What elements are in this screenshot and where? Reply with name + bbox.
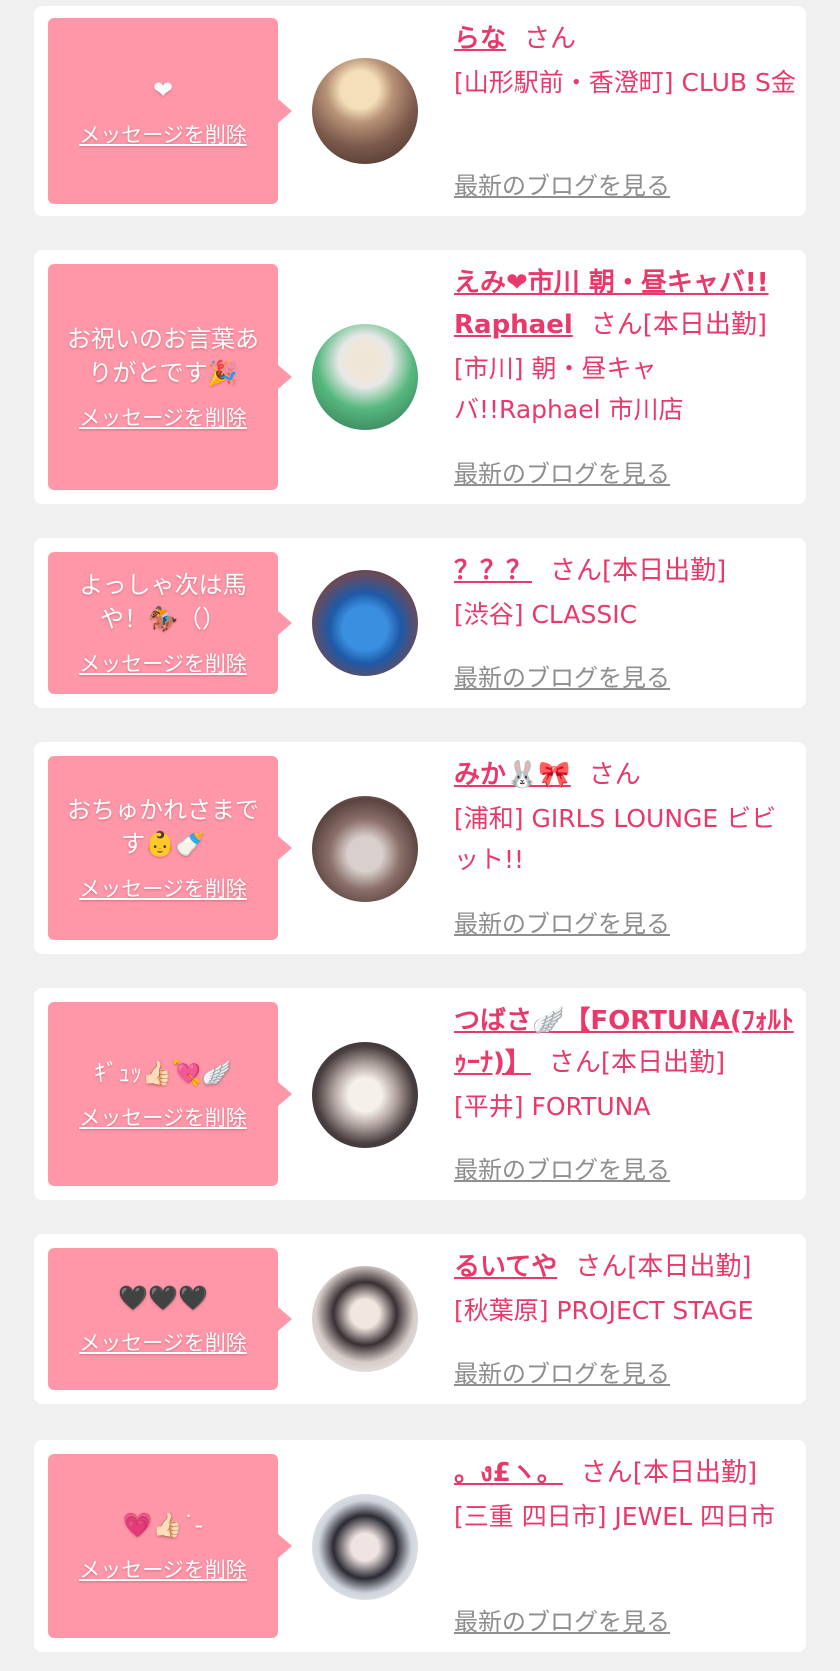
message-text: 💗👍🏻˙- (122, 1511, 204, 1539)
message-bubble: ❤ メッセージを削除 (48, 18, 292, 204)
latest-blog-link[interactable]: 最新のブログを見る (454, 1150, 670, 1185)
message-bubble: 🖤🖤🖤 メッセージを削除 (48, 1248, 292, 1390)
message-card: おちゅかれさまです👶🍼 メッセージを削除 みか🐰🎀 さん [浦和] GIRLS L… (34, 742, 806, 954)
message-bubble: お祝いのお言葉ありがとです🎉 メッセージを削除 (48, 264, 292, 490)
message-text: おちゅかれさまです👶🍼 (67, 796, 259, 858)
message-bubble: 💗👍🏻˙- メッセージを削除 (48, 1454, 292, 1638)
shop-name: [平井] FORTUNA (454, 1092, 651, 1121)
honorific: さん[本日出勤] (575, 1252, 752, 1282)
message-text: ｷﾞｭｯ👍🏻💘🪽 (94, 1059, 232, 1087)
delete-message-link[interactable]: メッセージを削除 (79, 873, 247, 903)
cast-name-link[interactable]: みか🐰🎀 (454, 760, 571, 790)
shop-name: [山形駅前・香澄町] CLUB S金 (454, 68, 796, 97)
message-text: よっしゃ次は馬や！🏇（） (79, 571, 247, 633)
delete-message-link[interactable]: メッセージを削除 (79, 119, 247, 149)
shop-name: [三重 四日市] JEWEL 四日市 (454, 1502, 775, 1531)
delete-message-link[interactable]: メッセージを削除 (79, 1554, 247, 1584)
message-text: 🖤🖤🖤 (118, 1284, 208, 1312)
cast-name-link[interactable]: るいてや (454, 1252, 557, 1282)
message-bubble: ｷﾞｭｯ👍🏻💘🪽 メッセージを削除 (48, 1002, 292, 1186)
delete-message-link[interactable]: メッセージを削除 (79, 402, 247, 432)
message-card: ｷﾞｭｯ👍🏻💘🪽 メッセージを削除 つばさ🪽【FORTUNA(ﾌｫﾙﾄｩｰﾅ)】… (34, 988, 806, 1200)
message-text: お祝いのお言葉ありがとです🎉 (67, 325, 259, 387)
latest-blog-link[interactable]: 最新のブログを見る (454, 1354, 670, 1389)
honorific: さん (588, 760, 641, 790)
avatar[interactable] (312, 324, 418, 430)
shop-name: [渋谷] CLASSIC (454, 600, 638, 629)
honorific: さん[本日出勤] (590, 310, 768, 340)
cast-name-link[interactable]: ？？？ (454, 556, 532, 586)
honorific: さん[本日出勤] (548, 1048, 726, 1078)
avatar[interactable] (312, 1042, 418, 1148)
latest-blog-link[interactable]: 最新のブログを見る (454, 658, 670, 693)
cast-name-link[interactable]: らな (454, 24, 506, 54)
cast-name-link[interactable]: 。ง£ヽ。 (454, 1458, 563, 1488)
latest-blog-link[interactable]: 最新のブログを見る (454, 454, 670, 489)
message-card: 💗👍🏻˙- メッセージを削除 。ง£ヽ。 さん[本日出勤] [三重 四日市] JE… (34, 1440, 806, 1652)
avatar[interactable] (312, 796, 418, 902)
shop-name: [浦和] GIRLS LOUNGE ビビット!! (454, 804, 777, 874)
message-card: よっしゃ次は馬や！🏇（） メッセージを削除 ？？？ さん[本日出勤] [渋谷] C… (34, 538, 806, 708)
message-card: お祝いのお言葉ありがとです🎉 メッセージを削除 えみ❤市川 朝・昼キャバ!! R… (34, 250, 806, 504)
delete-message-link[interactable]: メッセージを削除 (79, 1102, 247, 1132)
honorific: さん[本日出勤] (580, 1458, 758, 1488)
delete-message-link[interactable]: メッセージを削除 (79, 1327, 247, 1357)
latest-blog-link[interactable]: 最新のブログを見る (454, 1602, 670, 1637)
latest-blog-link[interactable]: 最新のブログを見る (454, 904, 670, 939)
message-card: ❤ メッセージを削除 らな さん [山形駅前・香澄町] CLUB S金 最新のブロ… (34, 6, 806, 216)
message-card: 🖤🖤🖤 メッセージを削除 るいてや さん[本日出勤] [秋葉原] PROJECT … (34, 1234, 806, 1404)
avatar[interactable] (312, 570, 418, 676)
message-bubble: おちゅかれさまです👶🍼 メッセージを削除 (48, 756, 292, 940)
avatar[interactable] (312, 1266, 418, 1372)
shop-name: [秋葉原] PROJECT STAGE (454, 1296, 754, 1325)
honorific: さん (524, 24, 577, 54)
delete-message-link[interactable]: メッセージを削除 (79, 648, 247, 678)
latest-blog-link[interactable]: 最新のブログを見る (454, 166, 670, 201)
avatar[interactable] (312, 1494, 418, 1600)
shop-name: [市川] 朝・昼キャバ!!Raphael 市川店 (454, 354, 684, 424)
message-text: ❤ (152, 76, 174, 104)
avatar[interactable] (312, 58, 418, 164)
honorific: さん[本日出勤] (550, 556, 727, 586)
message-bubble: よっしゃ次は馬や！🏇（） メッセージを削除 (48, 552, 292, 694)
message-list: ❤ メッセージを削除 らな さん [山形駅前・香澄町] CLUB S金 最新のブロ… (0, 0, 840, 1671)
